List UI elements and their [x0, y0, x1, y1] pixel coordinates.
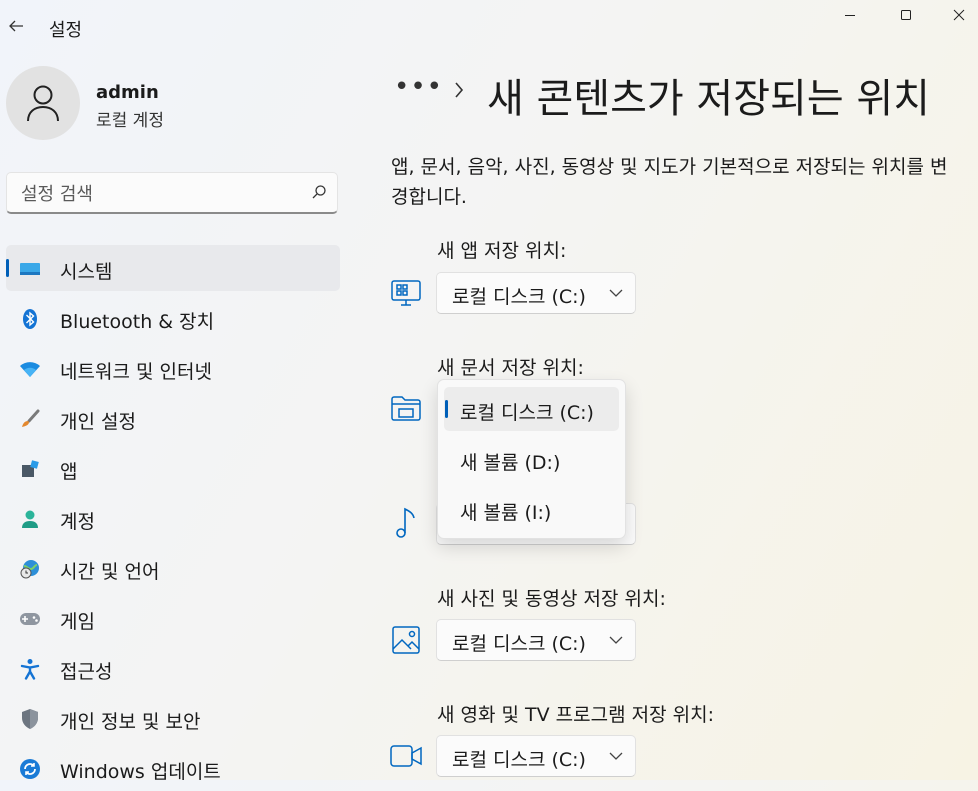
movies-location-dropdown[interactable]: 로컬 디스크 (C:) [436, 735, 636, 777]
gamepad-icon [18, 607, 42, 631]
nav-label: 개인 설정 [60, 411, 136, 433]
breadcrumb-overflow-button[interactable]: ••• [394, 72, 443, 102]
app-title: 설정 [49, 20, 83, 41]
dropdown-option[interactable]: 새 볼륨 (I:) [444, 487, 619, 531]
dropdown-value: 로컬 디스크 (C:) [452, 286, 586, 308]
chevron-down-icon [609, 289, 623, 297]
nav-label: 네트워크 및 인터넷 [60, 361, 212, 383]
nav-item-apps[interactable]: 앱 [6, 445, 340, 491]
nav-item-gaming[interactable]: 게임 [6, 595, 340, 641]
globe-clock-icon [18, 557, 42, 581]
dropdown-option[interactable]: 새 볼륨 (D:) [444, 437, 619, 481]
nav-item-accounts[interactable]: 계정 [6, 495, 340, 541]
option-label: 새 볼륨 (D:) [460, 452, 561, 474]
section-label-apps: 새 앱 저장 위치: [437, 240, 567, 262]
nav-item-accessibility[interactable]: 접근성 [6, 645, 340, 691]
nav-label: 게임 [60, 611, 95, 633]
nav-item-privacy-security[interactable]: 개인 정보 및 보안 [6, 695, 340, 741]
section-label-documents: 새 문서 저장 위치: [437, 357, 584, 379]
search-icon [312, 185, 326, 199]
section-label-photos: 새 사진 및 동영상 저장 위치: [437, 588, 666, 610]
nav-label: 시간 및 언어 [60, 561, 160, 583]
back-button[interactable] [0, 8, 32, 44]
nav-label: 앱 [60, 461, 78, 483]
option-label: 로컬 디스크 (C:) [460, 402, 594, 424]
update-icon [18, 757, 42, 781]
search-input[interactable] [19, 181, 303, 207]
maximize-button[interactable] [883, 0, 929, 30]
system-icon [18, 257, 42, 281]
selection-indicator [6, 259, 9, 277]
wifi-icon [18, 357, 42, 381]
nav-item-time-language[interactable]: 시간 및 언어 [6, 545, 340, 591]
section-label-movies-tv: 새 영화 및 TV 프로그램 저장 위치: [437, 704, 715, 726]
selection-indicator [445, 400, 448, 418]
avatar[interactable] [6, 66, 80, 140]
close-icon [953, 9, 965, 21]
page-title: 새 콘텐츠가 저장되는 위치 [487, 76, 930, 122]
folder-icon [389, 391, 423, 425]
photos-location-dropdown[interactable]: 로컬 디스크 (C:) [436, 619, 636, 661]
brush-icon [18, 407, 42, 431]
close-button[interactable] [940, 0, 978, 30]
dropdown-value: 로컬 디스크 (C:) [452, 633, 586, 655]
account-type: 로컬 계정 [96, 111, 164, 131]
chevron-down-icon [609, 752, 623, 760]
nav-item-system[interactable]: 시스템 [6, 245, 340, 291]
nav-label: 계정 [60, 511, 95, 533]
picture-icon [389, 623, 423, 657]
documents-location-popup: 로컬 디스크 (C:) 새 볼륨 (D:) 새 볼륨 (I:) [437, 379, 626, 539]
person-icon [27, 85, 59, 122]
nav-item-network[interactable]: 네트워크 및 인터넷 [6, 345, 340, 391]
account-icon [18, 507, 42, 531]
minimize-icon [845, 15, 855, 16]
nav-item-personalization[interactable]: 개인 설정 [6, 395, 340, 441]
bluetooth-icon [18, 307, 42, 331]
apps-location-dropdown[interactable]: 로컬 디스크 (C:) [436, 272, 636, 314]
apps-icon [18, 457, 42, 481]
nav-label: 개인 정보 및 보안 [60, 711, 201, 733]
minimize-button[interactable] [827, 0, 873, 30]
nav-label: 접근성 [60, 661, 113, 683]
option-label: 새 볼륨 (I:) [460, 502, 552, 524]
shield-icon [18, 707, 42, 731]
nav-item-bluetooth[interactable]: Bluetooth & 장치 [6, 295, 340, 341]
dropdown-option[interactable]: 로컬 디스크 (C:) [444, 387, 619, 431]
accessibility-icon [18, 657, 42, 681]
nav-label: 시스템 [60, 261, 113, 283]
user-name: admin [96, 82, 159, 103]
maximize-icon [901, 10, 911, 20]
monitor-apps-icon [389, 276, 423, 310]
nav-item-windows-update[interactable]: Windows 업데이트 [6, 745, 340, 791]
back-arrow-icon [9, 20, 23, 32]
chevron-down-icon [609, 636, 623, 644]
dropdown-value: 로컬 디스크 (C:) [452, 749, 586, 771]
chevron-right-icon [455, 82, 464, 98]
video-camera-icon [389, 739, 423, 773]
nav-label: Bluetooth & 장치 [60, 311, 215, 333]
page-description: 앱, 문서, 음악, 사진, 동영상 및 지도가 기본적으로 저장되는 위치를 … [391, 156, 948, 208]
search-box[interactable] [6, 172, 338, 214]
music-note-icon [389, 506, 423, 540]
